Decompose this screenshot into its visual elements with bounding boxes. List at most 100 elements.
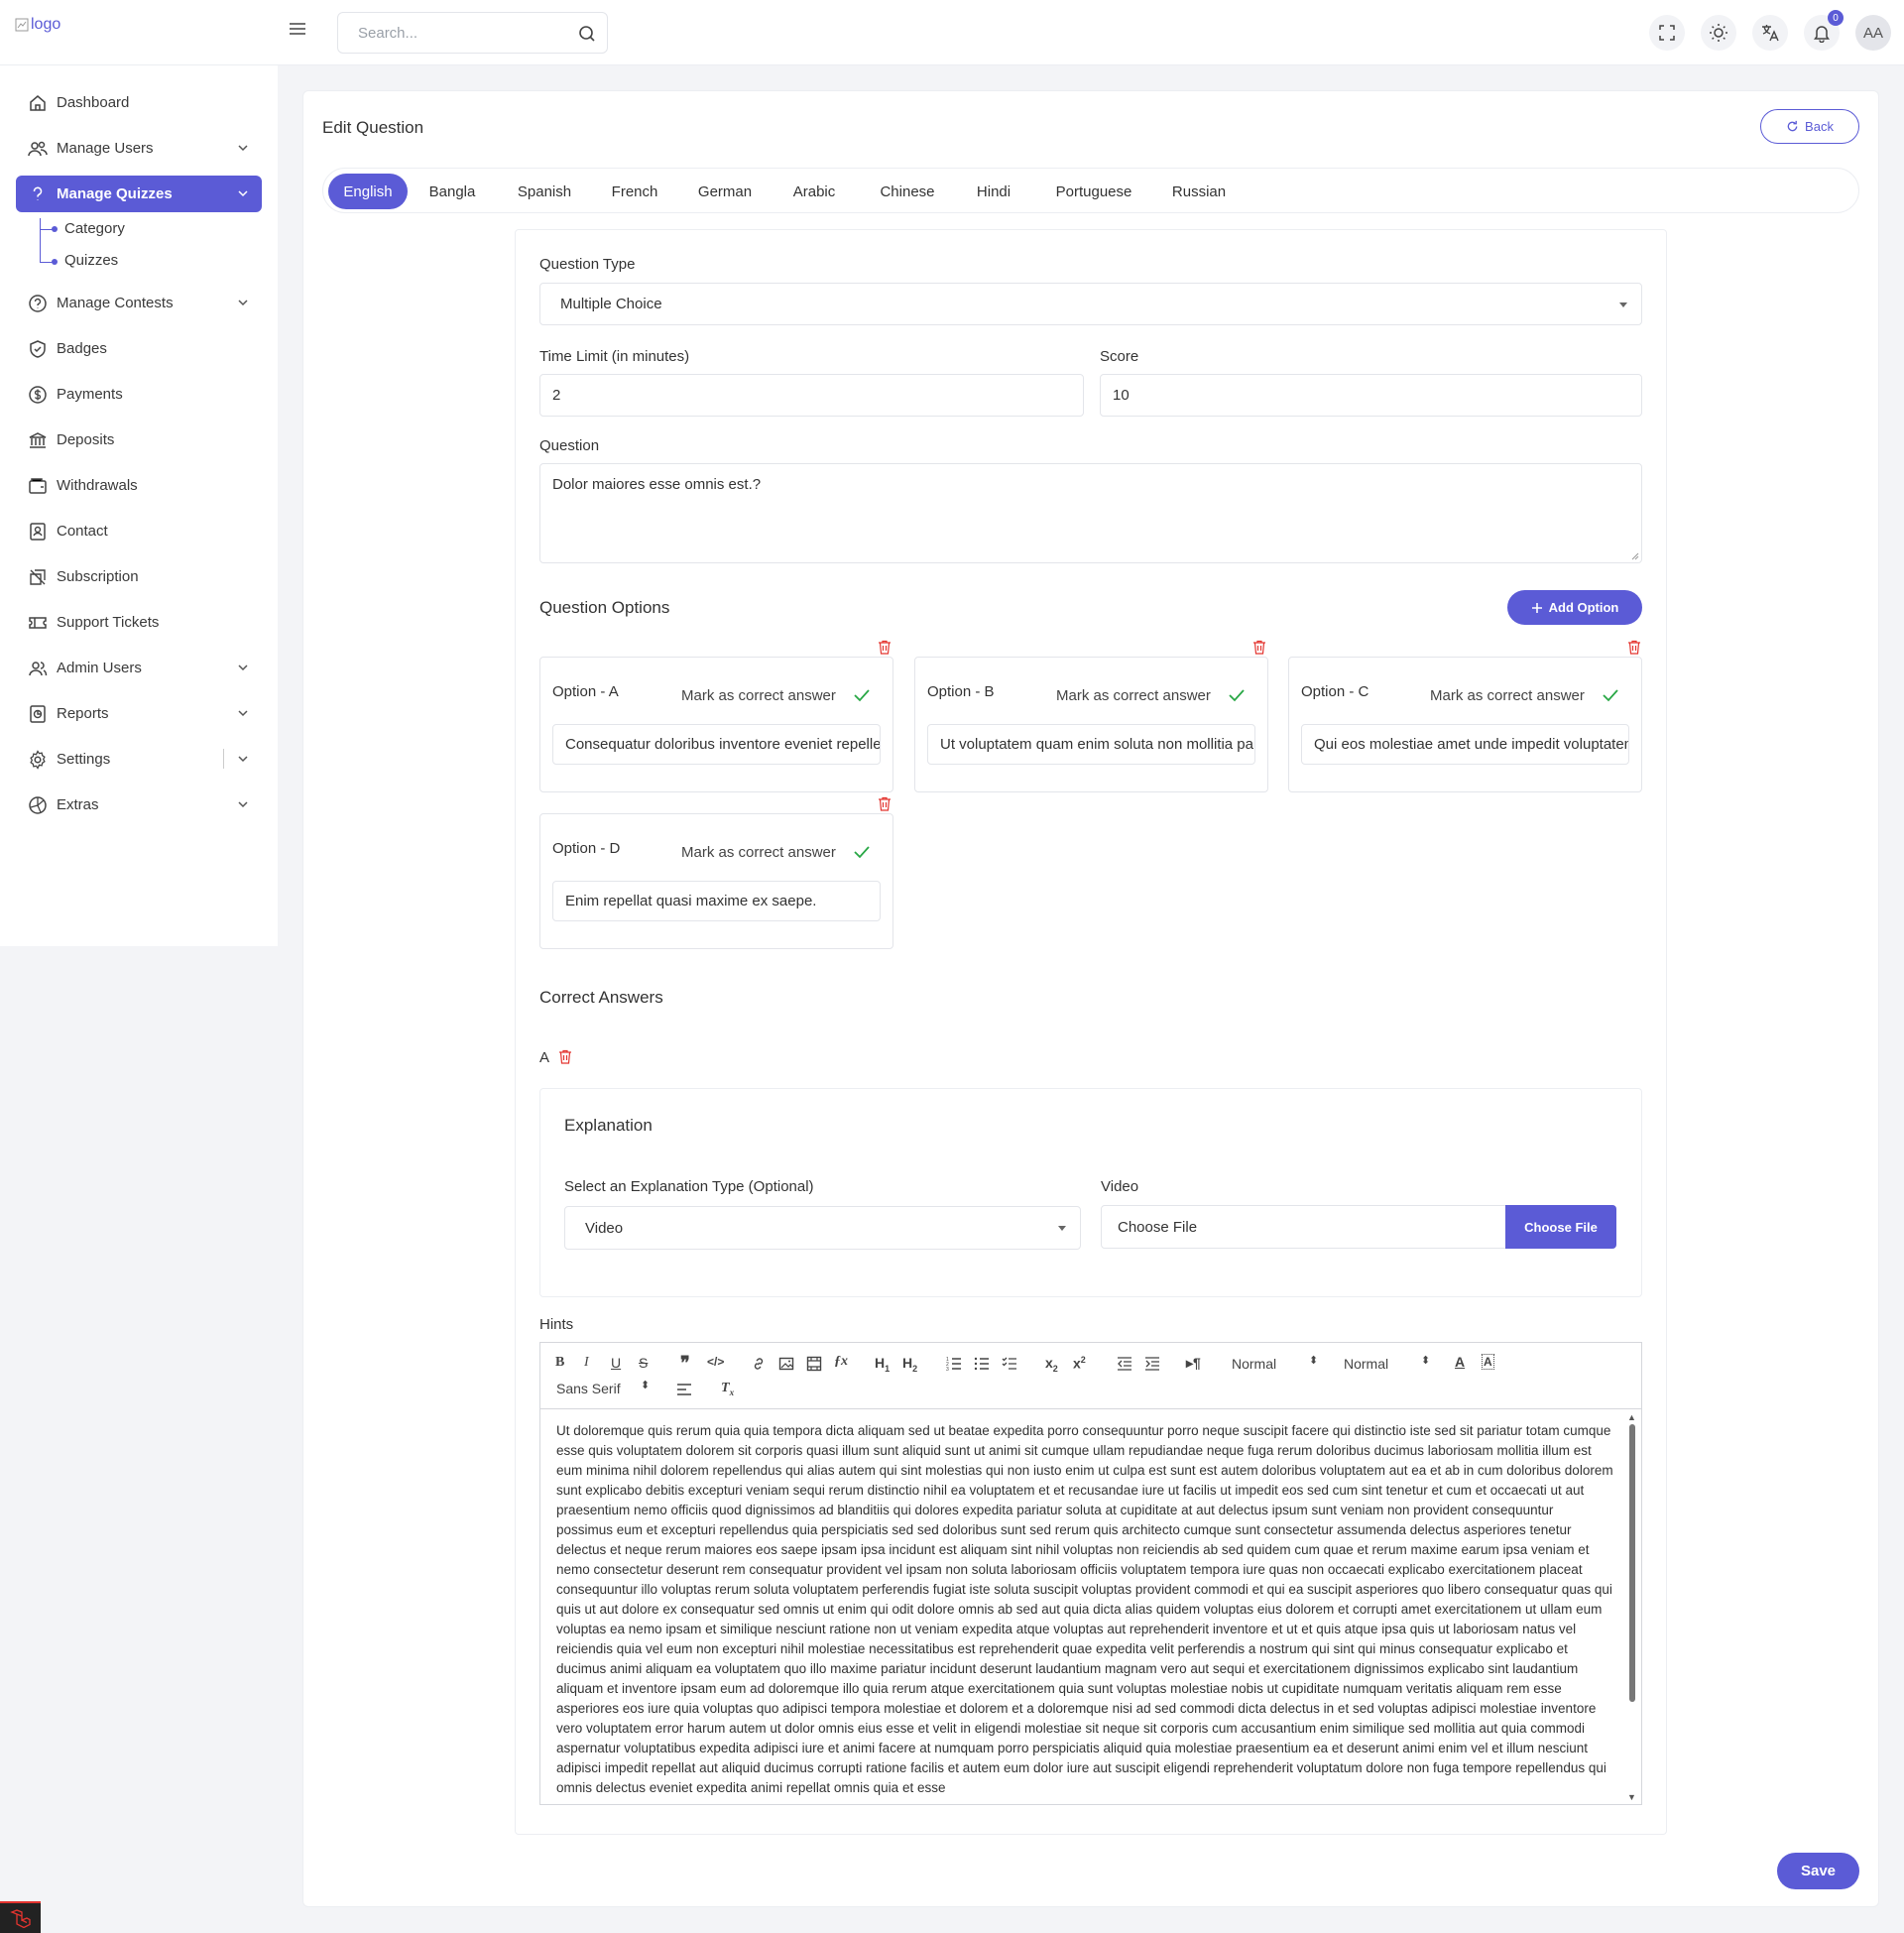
- notifications-button[interactable]: 0: [1804, 10, 1844, 51]
- subscript-icon[interactable]: x2: [1045, 1355, 1058, 1374]
- strikethrough-icon[interactable]: S: [639, 1355, 648, 1371]
- choose-file-button[interactable]: Choose File: [1505, 1205, 1616, 1249]
- checklist-icon[interactable]: [1002, 1356, 1017, 1372]
- debugbar-toggle[interactable]: [0, 1901, 41, 1933]
- video-icon[interactable]: [806, 1356, 822, 1372]
- question-textarea[interactable]: Dolor maiores esse omnis est.?: [539, 463, 1642, 563]
- check-icon[interactable]: [1229, 688, 1245, 702]
- background-color-icon[interactable]: A: [1482, 1354, 1494, 1370]
- editor-scrollbar[interactable]: ▲ ▼: [1625, 1410, 1639, 1804]
- font-select[interactable]: Sans Serif ⬍: [556, 1380, 650, 1396]
- sidebar-item-extras[interactable]: Extras: [16, 786, 262, 823]
- header-2-icon[interactable]: H2: [902, 1355, 917, 1374]
- formula-icon[interactable]: ƒx: [834, 1354, 848, 1370]
- trash-icon[interactable]: [1627, 640, 1641, 655]
- back-button[interactable]: Back: [1760, 109, 1859, 144]
- trash-icon[interactable]: [878, 796, 892, 811]
- question-type-select[interactable]: Multiple Choice: [539, 283, 1642, 325]
- code-icon[interactable]: </>: [707, 1355, 724, 1369]
- theme-toggle-button[interactable]: [1701, 15, 1736, 51]
- explanation-type-select[interactable]: Video: [564, 1206, 1081, 1250]
- sidebar-item-manage-contests[interactable]: Manage Contests: [16, 285, 262, 321]
- tab-german[interactable]: German: [683, 174, 767, 209]
- tab-english[interactable]: English: [328, 174, 408, 209]
- search-icon[interactable]: [577, 24, 597, 44]
- menu-toggle-button[interactable]: [288, 19, 307, 39]
- tab-french[interactable]: French: [596, 174, 673, 209]
- sidebar-item-dashboard[interactable]: Dashboard: [16, 84, 262, 121]
- resize-handle-icon[interactable]: [1629, 550, 1639, 560]
- underline-icon[interactable]: U: [611, 1355, 621, 1371]
- sidebar-item-subscription[interactable]: Subscription: [16, 558, 262, 595]
- outdent-icon[interactable]: [1117, 1356, 1132, 1372]
- tab-hindi[interactable]: Hindi: [960, 174, 1027, 209]
- mark-correct-label[interactable]: Mark as correct answer: [1430, 687, 1585, 704]
- sidebar-item-support-tickets[interactable]: Support Tickets: [16, 604, 262, 641]
- option-input[interactable]: Ut voluptatem quam enim soluta non molli…: [927, 724, 1255, 765]
- sidebar-subitem-category[interactable]: Category: [64, 220, 125, 237]
- option-input[interactable]: Consequatur doloribus inventore eveniet …: [552, 724, 881, 765]
- language-button[interactable]: [1752, 15, 1788, 51]
- option-input[interactable]: Qui eos molestiae amet unde impedit volu…: [1301, 724, 1629, 765]
- scroll-down-icon[interactable]: ▼: [1627, 1792, 1636, 1802]
- search-input[interactable]: Search...: [337, 12, 608, 54]
- sidebar-item-deposits[interactable]: Deposits: [16, 422, 262, 458]
- tab-arabic[interactable]: Arabic: [774, 174, 854, 209]
- sidebar-item-manage-quizzes[interactable]: Manage Quizzes: [16, 176, 262, 212]
- broken-image-icon: [15, 18, 29, 32]
- fullscreen-button[interactable]: [1649, 15, 1685, 51]
- sidebar-item-admin-users[interactable]: Admin Users: [16, 650, 262, 686]
- avatar[interactable]: AA: [1855, 15, 1891, 51]
- ordered-list-icon[interactable]: 123: [946, 1356, 962, 1372]
- size-select[interactable]: Normal ⬍: [1344, 1355, 1430, 1372]
- video-file-input[interactable]: Choose File Choose File: [1101, 1205, 1616, 1249]
- add-option-button[interactable]: Add Option: [1507, 590, 1642, 625]
- trash-icon[interactable]: [1252, 640, 1266, 655]
- indent-icon[interactable]: [1144, 1356, 1160, 1372]
- translate-icon: [1762, 25, 1779, 42]
- mark-correct-label[interactable]: Mark as correct answer: [681, 844, 836, 861]
- align-icon[interactable]: [676, 1382, 692, 1397]
- contest-icon: [29, 294, 47, 312]
- sidebar-item-settings[interactable]: Settings: [16, 741, 262, 778]
- sidebar-subitem-quizzes[interactable]: Quizzes: [64, 252, 118, 269]
- sidebar-item-payments[interactable]: Payments: [16, 376, 262, 413]
- trash-icon[interactable]: [558, 1049, 572, 1064]
- bullet-list-icon[interactable]: [974, 1356, 990, 1372]
- scroll-up-icon[interactable]: ▲: [1627, 1412, 1636, 1422]
- option-input[interactable]: Enim repellat quasi maxime ex saepe.: [552, 881, 881, 921]
- italic-icon[interactable]: I: [584, 1355, 589, 1371]
- sidebar-item-contact[interactable]: Contact: [16, 513, 262, 549]
- image-icon[interactable]: [778, 1356, 794, 1372]
- save-button[interactable]: Save: [1777, 1853, 1859, 1889]
- text-color-icon[interactable]: A: [1455, 1354, 1465, 1370]
- hints-editor-content[interactable]: Ut doloremque quis rerum quia quia tempo…: [556, 1421, 1613, 1803]
- trash-icon[interactable]: [878, 640, 892, 655]
- tab-spanish[interactable]: Spanish: [504, 174, 585, 209]
- sidebar-item-reports[interactable]: Reports: [16, 695, 262, 732]
- clear-format-icon[interactable]: Tx: [721, 1381, 734, 1397]
- sidebar-item-badges[interactable]: Badges: [16, 330, 262, 367]
- tab-bangla[interactable]: Bangla: [414, 174, 491, 209]
- check-icon[interactable]: [854, 845, 870, 859]
- sidebar-item-withdrawals[interactable]: Withdrawals: [16, 467, 262, 504]
- mark-correct-label[interactable]: Mark as correct answer: [681, 687, 836, 704]
- mark-correct-label[interactable]: Mark as correct answer: [1056, 687, 1211, 704]
- sidebar-item-manage-users[interactable]: Manage Users: [16, 130, 262, 167]
- check-icon[interactable]: [1603, 688, 1618, 702]
- scroll-thumb[interactable]: [1629, 1424, 1635, 1702]
- header-select[interactable]: Normal ⬍: [1232, 1355, 1318, 1372]
- header-1-icon[interactable]: H1: [875, 1355, 890, 1374]
- text-direction-icon[interactable]: ▸¶: [1186, 1355, 1201, 1372]
- check-icon[interactable]: [854, 688, 870, 702]
- logo[interactable]: logo: [15, 16, 60, 34]
- tab-portuguese[interactable]: Portuguese: [1036, 174, 1151, 209]
- bold-icon[interactable]: B: [555, 1355, 564, 1371]
- time-limit-input[interactable]: 2: [539, 374, 1084, 417]
- link-icon[interactable]: [751, 1356, 767, 1372]
- score-input[interactable]: 10: [1100, 374, 1642, 417]
- superscript-icon[interactable]: x2: [1073, 1355, 1086, 1372]
- tab-chinese[interactable]: Chinese: [865, 174, 950, 209]
- tab-russian[interactable]: Russian: [1156, 174, 1242, 209]
- blockquote-icon[interactable]: ❞: [680, 1353, 690, 1374]
